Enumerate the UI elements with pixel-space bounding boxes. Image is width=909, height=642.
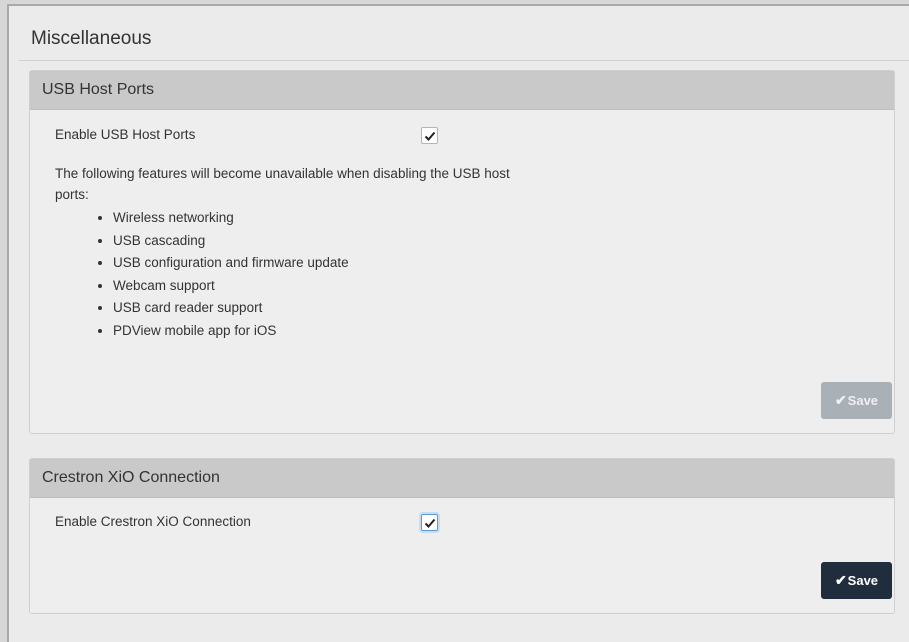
crestron-save-button[interactable]: ✔ Save — [821, 562, 892, 599]
crestron-xio-panel: Crestron XiO Connection Enable Crestron … — [29, 458, 895, 614]
usb-save-button[interactable]: ✔ Save — [821, 382, 892, 419]
enable-usb-host-ports-checkbox[interactable] — [421, 127, 438, 144]
check-icon — [424, 518, 435, 528]
feature-item: USB cascading — [113, 230, 575, 253]
usb-host-ports-header: USB Host Ports — [30, 71, 894, 110]
usb-disable-warning-text: The following features will become unava… — [55, 166, 510, 202]
title-divider — [19, 60, 909, 61]
usb-save-label: Save — [847, 393, 879, 408]
check-icon: ✔ — [834, 392, 847, 408]
page-title: Miscellaneous — [31, 28, 152, 49]
check-icon — [424, 131, 435, 141]
enable-usb-host-ports-label: Enable USB Host Ports — [55, 127, 196, 142]
feature-item: Webcam support — [113, 275, 575, 298]
feature-item: USB configuration and firmware update — [113, 252, 575, 275]
enable-crestron-xio-checkbox[interactable] — [421, 514, 438, 531]
feature-item: Wireless networking — [113, 207, 575, 230]
check-icon: ✔ — [834, 572, 847, 588]
usb-disable-description: The following features will become unava… — [55, 163, 575, 343]
feature-item: USB card reader support — [113, 297, 575, 320]
crestron-xio-header: Crestron XiO Connection — [30, 459, 894, 498]
enable-crestron-xio-label: Enable Crestron XiO Connection — [55, 514, 251, 529]
feature-item: PDView mobile app for iOS — [113, 320, 575, 343]
unavailable-features-list: Wireless networking USB cascading USB co… — [55, 207, 575, 343]
miscellaneous-page: Miscellaneous USB Host Ports Enable USB … — [7, 4, 909, 642]
crestron-save-label: Save — [847, 573, 879, 588]
usb-host-ports-panel: USB Host Ports Enable USB Host Ports The… — [29, 70, 895, 434]
